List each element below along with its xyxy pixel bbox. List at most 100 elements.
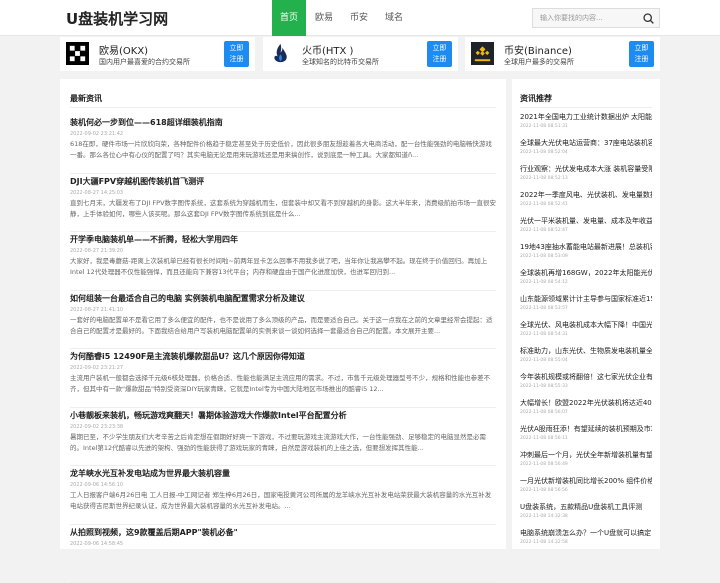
article-item: DJI大疆FPV穿越机图传装机首飞测评 2022-08-27 14:25:03 直到… [70,174,496,233]
exchange-card-htx: 火币(HTX ) 全球知名的比特币交易所 立即注册 [263,37,458,71]
binance-logo-icon [471,42,494,65]
sidebar-item-title[interactable]: 大幅增长！欧盟2022年光伏装机将达近40GW [520,398,652,408]
nav-binance[interactable]: 币安 [342,0,376,36]
article-excerpt: 大家好，我是毒蘑菇-距离上次装机单已经有很长时间啦~前两年显卡怎么回事不用我多说… [70,256,496,278]
sidebar-item: 光伏一平米装机量、发电量、成本及年收益 2022-11-08 08:52:47 [520,215,652,241]
article-excerpt: 工人日报客户端6月26日电 工人日报-中工网记者 郑生梓6月26日，国家电投黄河… [70,490,496,512]
sidebar-item-date: 2022-11-08 08:56:49 [520,462,652,467]
article-excerpt: 直到七月末，大疆发布了DJI FPV数字图传系统，这套系统为穿越机而生，但套装中… [70,198,496,220]
site-logo[interactable]: U盘装机学习网 [66,8,168,29]
sidebar-item-title[interactable]: 标准助力，山东光伏、生物质发电装机量全国 [520,346,652,356]
nav-domain[interactable]: 域名 [376,0,412,36]
sidebar-item-title[interactable]: 光伏一平米装机量、发电量、成本及年收益 [520,216,652,226]
sidebar-item-title[interactable]: 行业观察：光伏发电成本大涨 装机容量受限 [520,164,652,174]
sidebar-item: 2022年一季度风电、光伏装机、发电量数据 2022-11-08 08:52:41 [520,189,652,215]
article-item: 如何组装一台最适合自己的电脑 实例装机电脑配置需求分析及建议 2022-08-27… [70,291,496,350]
article-excerpt [70,549,496,571]
sidebar-item: 行业观察：光伏发电成本大涨 装机容量受限2022-11-08 08:52:13 [520,163,652,189]
sidebar-item-date: 2022-11-08 08:56:07 [520,410,652,415]
article-item: 开学季电脑装机单——不折腾，轻松大学用四年 2022-08-27 21:39:20… [70,232,496,291]
register-button[interactable]: 立即注册 [629,41,654,67]
sidebar-item-title[interactable]: 全球光伏、风电装机成本大幅下降！中国光伏 [520,320,652,330]
sidebar-item-title[interactable]: 一月光伏新增装机同比增长200% 组件价格下降 [520,476,652,486]
article-title[interactable]: 如何组装一台最适合自己的电脑 实例装机电脑配置需求分析及建议 [70,293,496,304]
article-title[interactable]: 从拍照到视频，这9款覆盖后期APP"装机必备" [70,527,496,538]
sidebar-item-date: 2022-11-08 08:56:56 [520,488,652,493]
article-date: 2022-08-27 14:25:03 [70,190,496,196]
sidebar-item: 电脑系统崩溃怎么办？一个U盘就可以搞定 2022-11-08 14:32:58 [520,527,652,553]
article-date: 2022-09-06 14:56:10 [70,482,496,488]
nav-okx[interactable]: 欧易 [306,0,342,36]
article-item: 装机何必一步到位——618超详细装机指南2022-09-02 23:21:426… [70,115,496,174]
article-title[interactable]: 为何酷睿i5 12490F是主流装机爆款甜品U？这几个原因你得知道 [70,351,496,362]
sidebar-item-title[interactable]: 冲刺最后一个月，光伏全年新增装机量有望 [520,450,652,460]
article-date: 2022-08-27 21:41:10 [70,307,496,313]
sidebar-title: 资讯推荐 [520,93,552,104]
sidebar-item-title[interactable]: U盘装系统，五款精品U盘装机工具评测 [520,502,652,512]
article-date: 2022-09-02 23:23:38 [70,424,496,430]
sidebar-item-date: 2022-11-08 08:54:12 [520,280,652,285]
sidebar-item-title[interactable]: 19地43座抽水蓄能电站最新进展！总装机容量 [520,242,652,252]
sidebar-item-date: 2022-11-08 08:54:31 [520,332,652,337]
sidebar-item: U盘装系统，五款精品U盘装机工具评测 2022-11-08 14:32:38 [520,501,652,527]
article-title[interactable]: DJI大疆FPV穿越机图传装机首飞测评 [70,176,496,187]
nav-home[interactable]: 首页 [272,0,306,36]
okx-logo-icon [66,42,89,65]
sidebar-item: 山东能源领域累计计主导参与国家标准近150项 2022-11-08 08:53:5… [520,293,652,319]
sidebar-item-title[interactable]: 全球最大光伏电站运营商：37座电站装机容量 [520,138,652,148]
exchange-card-binance: 币安(Binance) 全球用户最多的交易所 立即注册 [465,37,660,71]
exchange-name: 火币(HTX ) [302,42,353,57]
article-date: 2022-08-27 21:39:20 [70,248,496,254]
exchange-card-okx: 欧易(OKX) 国内用户最喜爱的合约交易所 立即注册 [60,37,255,71]
article-excerpt: 暑期已至，不少学生朋友们大考辛苦之后肯定想在假期好好爽一下游戏，不过要玩游戏主流… [70,432,496,454]
article-list: 装机何必一步到位——618超详细装机指南2022-09-02 23:21:426… [70,115,496,583]
search-input[interactable]: 输入你要找的内容... [532,8,660,28]
article-item: 龙羊峡水光互补发电站成为世界最大装机容量 2022-09-06 14:56:10 工… [70,466,496,525]
article-excerpt: 一套好的电脑配置单不是看它用了多么便宜的配件，也不是说用了多么顶级的产品，而是要… [70,315,496,337]
article-date: 2022-09-06 14:58:45 [70,541,496,547]
article-title[interactable]: 龙羊峡水光互补发电站成为世界最大装机容量 [70,468,496,479]
section-title: 最新资讯 [70,93,102,104]
article-title[interactable]: 开学季电脑装机单——不折腾，轻松大学用四年 [70,234,496,245]
sidebar-item-date: 2022-11-08 08:52:47 [520,228,652,233]
register-button[interactable]: 立即注册 [224,41,249,67]
sidebar-item-date: 2022-11-08 08:52:41 [520,202,652,207]
article-item: 小巷靓板来装机，畅玩游戏爽翻天！暑期体验游戏大作爆款Intel平台配置分析 202… [70,408,496,467]
sidebar-item-title[interactable]: 光伏A股雨狂添！有望延续的装机预期及市场 [520,424,652,434]
sidebar-item: 19地43座抽水蓄能电站最新进展！总装机容量 2022-11-08 08:53:0… [520,241,652,267]
htx-logo-icon [269,42,292,65]
sidebar-item: 全球最大光伏电站运营商：37座电站装机容量2022-11-08 08:52:04 [520,137,652,163]
article-date: 2022-09-02 23:21:27 [70,365,496,371]
article-title[interactable]: 装机何必一步到位——618超详细装机指南 [70,117,496,128]
sidebar-item: 光伏A股雨狂添！有望延续的装机预期及市场 2022-11-08 08:56:11 [520,423,652,449]
top-header: U盘装机学习网 首页 欧易 币安 域名 输入你要找的内容... [0,0,720,36]
sidebar-item-title[interactable]: 电脑系统崩溃怎么办？一个U盘就可以搞定 [520,528,652,538]
sidebar-item-date: 2022-11-08 14:32:38 [520,514,652,519]
search-icon[interactable] [642,12,655,25]
sidebar-item-date: 2022-11-08 08:53:09 [520,254,652,259]
exchange-desc: 国内用户最喜爱的合约交易所 [99,57,190,67]
sidebar-item-title[interactable]: 2022年一季度风电、光伏装机、发电量数据 [520,190,652,200]
sidebar-item-date: 2022-11-08 08:56:11 [520,436,652,441]
sidebar-item-date: 2022-11-08 08:51:31 [520,124,652,129]
article-excerpt: 618在即，硬件市场一片欣欣向荣，各种配件价格趋于稳定甚至处于历史低价，因此很多… [70,139,496,161]
section-divider [520,107,652,108]
recommend-list: 2021年全国电力工业统计数据出炉 太阳能发电 2022-11-08 08:51:… [520,111,652,553]
recommend-sidebar: 资讯推荐 2021年全国电力工业统计数据出炉 太阳能发电 2022-11-08 0… [512,79,660,549]
sidebar-item: 标准助力，山东光伏、生物质发电装机量全国2022-11-08 08:55:04 [520,345,652,371]
sidebar-item-date: 2022-11-08 08:53:57 [520,306,652,311]
sidebar-item: 全球光伏、风电装机成本大幅下降！中国光伏 2022-11-08 08:54:31 [520,319,652,345]
article-excerpt: 主流用户装机一般都会选择千元级6核处理器，价格合适、性能也能满足主流应用的需求。… [70,373,496,395]
sidebar-item-title[interactable]: 今年装机规模或将翻倍！这七家光伏企业有望 [520,372,652,382]
sidebar-item: 今年装机规模或将翻倍！这七家光伏企业有望2022-11-08 08:55:33 [520,371,652,397]
exchange-desc: 全球用户最多的交易所 [504,57,574,67]
register-button[interactable]: 立即注册 [427,41,452,67]
sidebar-item-title[interactable]: 2021年全国电力工业统计数据出炉 太阳能发电 [520,112,652,122]
article-title[interactable]: 小巷靓板来装机，畅玩游戏爽翻天！暑期体验游戏大作爆款Intel平台配置分析 [70,410,496,421]
sidebar-item-date: 2022-11-08 14:32:58 [520,540,652,545]
sidebar-item-title[interactable]: 全球装机再增168GW，2022年太阳能光伏 [520,268,652,278]
main-nav: 首页 欧易 币安 域名 [272,0,412,36]
sidebar-item-title[interactable]: 山东能源领域累计计主导参与国家标准近150项 [520,294,652,304]
sidebar-item: 一月光伏新增装机同比增长200% 组件价格下降 2022-11-08 08:56:… [520,475,652,501]
exchange-name: 币安(Binance) [504,42,572,57]
